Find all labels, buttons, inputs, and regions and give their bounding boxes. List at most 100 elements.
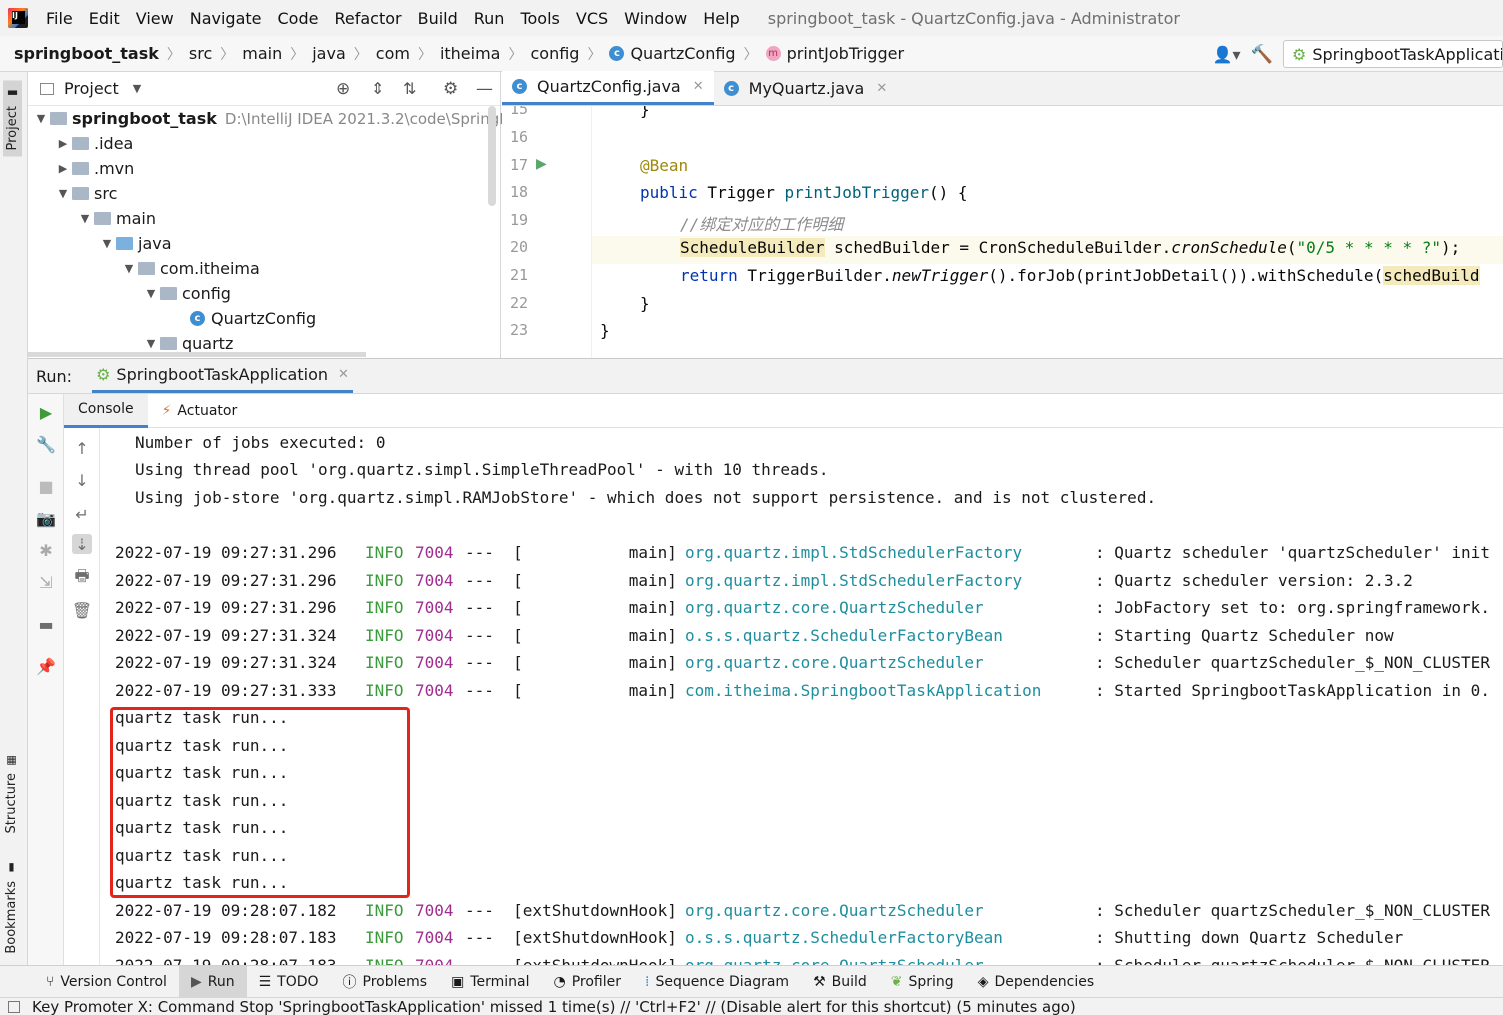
gear-icon[interactable]: ⚙ xyxy=(443,79,458,99)
run-tab[interactable]: ⚙ SpringbootTaskApplication ✕ xyxy=(92,359,353,393)
tab-actuator[interactable]: ⚡ Actuator xyxy=(148,394,252,428)
tab-dependencies[interactable]: ◈ Dependencies xyxy=(966,966,1106,998)
chevron-down-icon[interactable]: ▼ xyxy=(133,82,141,95)
chevron-down-icon[interactable]: ▼ xyxy=(98,237,116,250)
collapse-all-icon[interactable]: ⇅ xyxy=(403,79,416,98)
breadcrumb-src[interactable]: src xyxy=(189,44,212,63)
breadcrumb-class[interactable]: c QuartzConfig xyxy=(609,44,736,63)
tab-spring[interactable]: ❦ Spring xyxy=(879,966,966,998)
close-icon[interactable]: ✕ xyxy=(338,367,349,382)
exit-icon[interactable]: ⇲ xyxy=(36,572,56,592)
close-icon[interactable]: ✕ xyxy=(876,81,887,96)
code-line-15: } xyxy=(640,106,650,119)
print-icon[interactable]: 🖶 xyxy=(72,566,92,588)
run-config-selector[interactable]: ⚙ SpringbootTaskApplication xyxy=(1283,40,1503,68)
tree-item-src[interactable]: ▼ src xyxy=(54,181,118,206)
arrow-down-icon[interactable]: ↓ xyxy=(72,470,92,490)
menu-vcs[interactable]: VCS xyxy=(568,9,616,28)
tree-item-config[interactable]: ▼ config xyxy=(142,281,231,306)
folder-icon: ▬ xyxy=(5,86,20,100)
menu-file[interactable]: File xyxy=(38,9,81,28)
menu-run[interactable]: Run xyxy=(466,9,513,28)
log-pid: 7004 xyxy=(415,928,454,947)
layout-icon[interactable]: ▬ xyxy=(36,614,56,634)
chevron-right-icon[interactable]: ▶ xyxy=(54,162,72,175)
menu-navigate[interactable]: Navigate xyxy=(182,9,270,28)
scroll-to-end-icon[interactable]: ⇣ xyxy=(72,534,92,554)
breadcrumb-project[interactable]: springboot_task xyxy=(14,44,159,63)
camera-icon[interactable]: 📷 xyxy=(36,508,56,528)
bookmarks-tool-tab[interactable]: Bookmarks ▮ xyxy=(4,862,19,954)
chevron-down-icon[interactable]: ▼ xyxy=(142,287,160,300)
trash-icon[interactable]: 🗑 xyxy=(72,600,92,620)
run-gutter-icon[interactable]: ▶ xyxy=(536,156,547,172)
tree-item-quartzconfig[interactable]: c QuartzConfig xyxy=(190,306,316,331)
expand-all-icon[interactable]: ⇕ xyxy=(371,79,384,98)
menu-refactor[interactable]: Refactor xyxy=(326,9,409,28)
breadcrumb-com[interactable]: com xyxy=(376,44,410,63)
tab-terminal[interactable]: ▣ Terminal xyxy=(439,966,541,998)
project-tool-tab[interactable]: Project ▬ xyxy=(3,80,22,157)
menu-help[interactable]: Help xyxy=(695,9,747,28)
chevron-down-icon[interactable]: ▼ xyxy=(76,212,94,225)
breadcrumb-config[interactable]: config xyxy=(530,44,579,63)
menu-view[interactable]: View xyxy=(128,9,182,28)
rerun-icon[interactable]: ▶ xyxy=(36,402,56,422)
tree-item-package[interactable]: ▼ com.itheima xyxy=(120,256,260,281)
tree-item-label: main xyxy=(116,209,156,228)
code-token: } xyxy=(600,321,610,340)
tree-hscrollbar[interactable] xyxy=(28,352,366,357)
tab-console[interactable]: Console xyxy=(64,393,148,428)
debug-icon[interactable]: ✱ xyxy=(36,540,56,560)
soft-wrap-icon[interactable]: ↵ xyxy=(72,504,92,524)
tab-problems[interactable]: ⓘ Problems xyxy=(331,966,440,998)
code-area[interactable]: 15 16 17 ▶ 18 19 20 21 22 23 } @Bean pub… xyxy=(502,106,1503,358)
tree-root[interactable]: ▼ springboot_task D:\IntelliJ IDEA 2021.… xyxy=(32,106,534,131)
tab-profiler[interactable]: ◔ Profiler xyxy=(541,966,633,998)
breadcrumb-method[interactable]: m printJobTrigger xyxy=(765,44,904,63)
chevron-down-icon[interactable]: ▼ xyxy=(54,187,72,200)
project-view-selector[interactable]: Project xyxy=(64,79,119,98)
code-token: ().forJob(printJobDetail()).withSchedule… xyxy=(988,266,1384,285)
tab-run[interactable]: ▶ Run xyxy=(178,965,247,998)
pin-icon[interactable]: 📌 xyxy=(36,656,56,676)
tab-console-label: Console xyxy=(78,401,134,417)
tree-item-idea[interactable]: ▶ .idea xyxy=(54,131,134,156)
chevron-down-icon[interactable]: ▼ xyxy=(142,337,160,350)
close-icon[interactable]: ✕ xyxy=(693,79,704,94)
tree-item-java[interactable]: ▼ java xyxy=(98,231,172,256)
tab-build[interactable]: ⚒ Build xyxy=(801,966,879,998)
wrench-icon[interactable]: 🔧 xyxy=(36,434,56,454)
tree-scrollbar[interactable] xyxy=(488,106,496,206)
console-output[interactable]: Number of jobs executed: 0 Using thread … xyxy=(100,428,1503,965)
menu-build[interactable]: Build xyxy=(410,9,466,28)
menu-tools[interactable]: Tools xyxy=(512,9,567,28)
menu-code[interactable]: Code xyxy=(270,9,327,28)
tab-sequence-diagram[interactable]: ⁞ Sequence Diagram xyxy=(633,966,801,998)
breadcrumb-itheima[interactable]: itheima xyxy=(440,44,501,63)
menu-edit[interactable]: Edit xyxy=(81,9,128,28)
tab-version-control[interactable]: ⑂ Version Control xyxy=(34,966,179,998)
tab-myquartz[interactable]: c MyQuartz.java ✕ xyxy=(714,71,898,105)
chevron-down-icon[interactable]: ▼ xyxy=(32,112,50,125)
console-line: Using thread pool 'org.quartz.simpl.Simp… xyxy=(135,460,829,479)
tab-quartzconfig[interactable]: c QuartzConfig.java ✕ xyxy=(502,71,714,105)
user-icon[interactable]: 👤▾ xyxy=(1213,45,1241,64)
tab-todo[interactable]: ☰ TODO xyxy=(247,966,331,998)
breadcrumb-java[interactable]: java xyxy=(312,44,346,63)
code-line-18: public Trigger printJobTrigger() { xyxy=(640,183,968,202)
tree-item-main[interactable]: ▼ main xyxy=(76,206,156,231)
menu-window[interactable]: Window xyxy=(616,9,695,28)
list-icon: ☰ xyxy=(258,973,272,990)
structure-tool-tab[interactable]: Structure ▦ xyxy=(4,754,19,833)
chevron-right-icon[interactable]: ▶ xyxy=(54,137,72,150)
tree-item-mvn[interactable]: ▶ .mvn xyxy=(54,156,135,181)
locate-icon[interactable]: ⊕ xyxy=(336,79,350,99)
code-token: cronSchedule xyxy=(1171,238,1287,257)
arrow-up-icon[interactable]: ↑ xyxy=(72,438,92,458)
minimize-icon[interactable]: — xyxy=(476,79,493,99)
stop-icon[interactable]: ■ xyxy=(36,476,56,496)
chevron-down-icon[interactable]: ▼ xyxy=(120,262,138,275)
breadcrumb-main[interactable]: main xyxy=(242,44,282,63)
build-hammer-icon[interactable]: 🔨 xyxy=(1251,44,1273,65)
